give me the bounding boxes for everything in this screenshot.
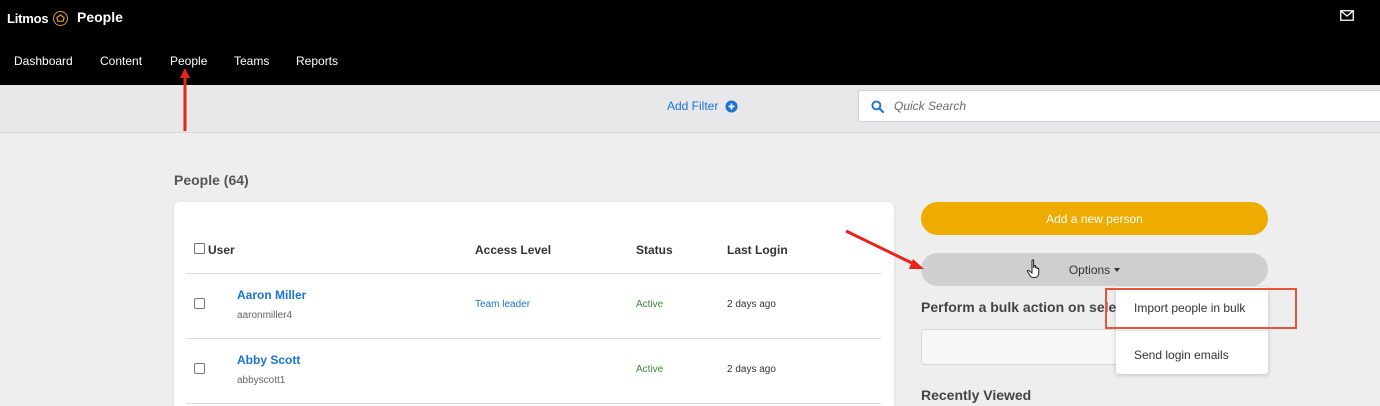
status-text: Active <box>636 299 664 310</box>
select-all-checkbox[interactable] <box>194 243 205 254</box>
nav-item-people[interactable]: People <box>170 52 207 70</box>
envelope-icon[interactable] <box>1340 10 1354 21</box>
litmos-logo-icon <box>53 10 69 26</box>
hand-cursor-icon <box>1026 259 1040 278</box>
user-username: abbyscott1 <box>237 375 286 386</box>
people-count-heading: People (64) <box>174 172 249 188</box>
add-filter-label: Add Filter <box>667 99 719 113</box>
top-bar: Litmos People Dashboard Content People T… <box>0 0 1380 85</box>
user-name-link[interactable]: Aaron Miller <box>237 288 306 302</box>
user-username: aaronmiller4 <box>237 310 293 321</box>
bulk-action-select[interactable] <box>921 329 1121 365</box>
nav-item-teams[interactable]: Teams <box>234 52 269 70</box>
column-header-status[interactable]: Status <box>636 243 673 257</box>
user-name-link[interactable]: Abby Scott <box>237 353 300 367</box>
table-header: User Access Level Status Last Login <box>186 240 881 274</box>
search-icon <box>871 99 884 113</box>
menu-divider <box>1116 330 1268 331</box>
last-login-text: 2 days ago <box>727 364 776 375</box>
plus-circle-icon <box>725 99 738 113</box>
brand-name: Litmos <box>7 10 49 26</box>
quick-search[interactable] <box>858 90 1380 122</box>
recently-viewed-title: Recently Viewed <box>921 387 1032 403</box>
nav-item-content[interactable]: Content <box>100 52 142 70</box>
options-dropdown-menu: Import people in bulk Send login emails <box>1116 287 1268 374</box>
last-login-text: 2 days ago <box>727 299 776 310</box>
options-button[interactable]: Options <box>921 253 1268 286</box>
bulk-action-title: Perform a bulk action on selected <box>921 299 1116 315</box>
table-row: Abby Scott abbyscott1 Active 2 days ago <box>186 339 881 404</box>
caret-down-icon <box>1114 267 1121 272</box>
options-label: Options <box>1068 262 1111 277</box>
page-title: People <box>77 9 123 25</box>
table-row: Aaron Miller aaronmiller4 Team leader Ac… <box>186 274 881 339</box>
column-header-last-login[interactable]: Last Login <box>727 243 788 257</box>
status-text: Active <box>636 364 664 375</box>
search-input[interactable] <box>894 99 1294 113</box>
row-checkbox[interactable] <box>194 298 205 309</box>
add-filter-button[interactable]: Add Filter <box>667 99 738 113</box>
row-checkbox[interactable] <box>194 363 205 374</box>
brand[interactable]: Litmos <box>7 8 69 28</box>
nav-item-reports[interactable]: Reports <box>296 52 338 70</box>
add-new-person-button[interactable]: Add a new person <box>921 202 1268 235</box>
column-header-access-level[interactable]: Access Level <box>475 243 551 257</box>
filter-bar: Add Filter <box>0 85 1380 133</box>
people-table: User Access Level Status Last Login Aaro… <box>174 202 894 406</box>
column-header-user[interactable]: User <box>208 243 235 257</box>
menu-item-send-login-emails[interactable]: Send login emails <box>1134 348 1229 362</box>
nav-item-dashboard[interactable]: Dashboard <box>14 52 73 70</box>
menu-item-import-people-in-bulk[interactable]: Import people in bulk <box>1134 301 1245 315</box>
access-level-link[interactable]: Team leader <box>475 299 530 310</box>
